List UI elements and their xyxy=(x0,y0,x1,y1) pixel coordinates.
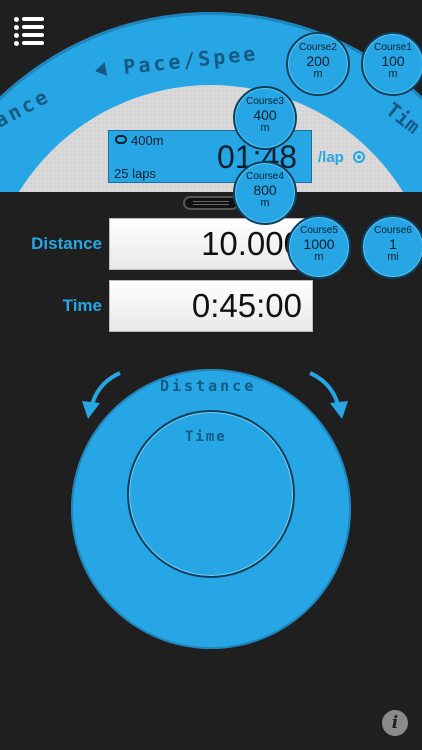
info-icon[interactable]: i xyxy=(382,710,408,736)
course-3-button[interactable]: Course3 400 m xyxy=(233,86,297,150)
course-unit: mi xyxy=(387,251,399,263)
dial-label-distance: Distance xyxy=(160,377,257,395)
menu-dot xyxy=(14,41,19,46)
course-2-button[interactable]: Course2 200 m xyxy=(286,32,350,96)
course-4-button[interactable]: Course4 800 m xyxy=(233,161,297,225)
rotate-left-arrow-icon xyxy=(82,371,121,419)
dial-label-time: Time xyxy=(185,429,227,445)
course-value: 400 xyxy=(253,107,277,123)
time-field[interactable]: 0:45:00 xyxy=(109,280,313,332)
lap-track-length: 400m xyxy=(131,133,164,148)
menu-dot xyxy=(14,33,19,38)
lap-count: 25 laps xyxy=(114,166,156,181)
course-unit: m xyxy=(314,251,324,263)
menu-bar xyxy=(22,17,44,21)
per-lap-label: /lap xyxy=(318,149,344,166)
course-value: 1000 xyxy=(303,236,335,252)
course-name: Course3 xyxy=(246,96,284,107)
time-label: Time xyxy=(62,296,102,315)
course-unit: m xyxy=(260,197,270,209)
course-value: 800 xyxy=(253,182,277,198)
menu-bar xyxy=(22,25,44,29)
course-name: Course1 xyxy=(374,42,412,53)
loop-icon xyxy=(115,135,127,144)
course-1-button[interactable]: Course1 100 m xyxy=(361,32,422,96)
course-name: Course4 xyxy=(246,171,284,182)
menu-list-icon[interactable] xyxy=(14,14,46,46)
menu-dot xyxy=(14,25,19,30)
course-value: 100 xyxy=(381,53,405,69)
course-name: Course5 xyxy=(300,225,338,236)
drawer-handle[interactable] xyxy=(183,196,239,210)
course-name: Course6 xyxy=(374,225,412,236)
menu-bar xyxy=(22,41,44,45)
handle-line xyxy=(193,201,229,202)
course-unit: m xyxy=(388,68,398,80)
course-unit: m xyxy=(260,122,270,134)
rotate-right-arrow-icon xyxy=(309,371,348,419)
distance-field[interactable]: 10.000 xyxy=(109,218,313,270)
menu-dot xyxy=(14,17,19,22)
course-5-button[interactable]: Course5 1000 m xyxy=(287,215,351,279)
distance-label: Distance xyxy=(31,234,102,253)
course-6-button[interactable]: Course6 1 mi xyxy=(361,215,422,279)
arrow-left-icon xyxy=(93,62,108,78)
menu-bar xyxy=(22,33,44,37)
course-name: Course2 xyxy=(299,42,337,53)
course-value: 200 xyxy=(306,53,330,69)
time-value: 0:45:00 xyxy=(191,287,302,324)
gear-icon[interactable] xyxy=(353,151,365,163)
handle-line xyxy=(193,204,229,205)
course-value: 1 xyxy=(389,236,397,252)
course-unit: m xyxy=(313,68,323,80)
